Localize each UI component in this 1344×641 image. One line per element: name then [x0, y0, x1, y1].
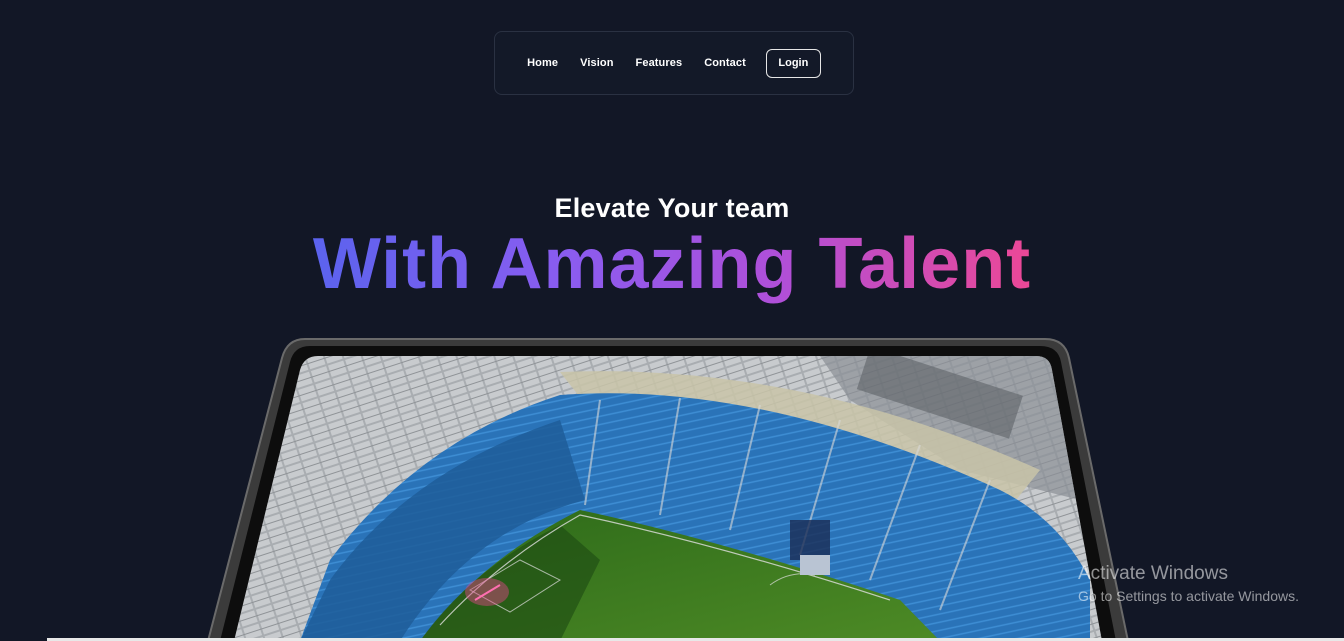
activate-windows-title: Activate Windows — [1078, 563, 1228, 584]
device-mockup — [206, 338, 1130, 641]
activate-windows-subtitle: Go to Settings to activate Windows. — [1078, 588, 1299, 604]
stadium-image — [234, 356, 1102, 641]
landing-page: Home Vision Features Contact Login Eleva… — [0, 0, 1344, 641]
